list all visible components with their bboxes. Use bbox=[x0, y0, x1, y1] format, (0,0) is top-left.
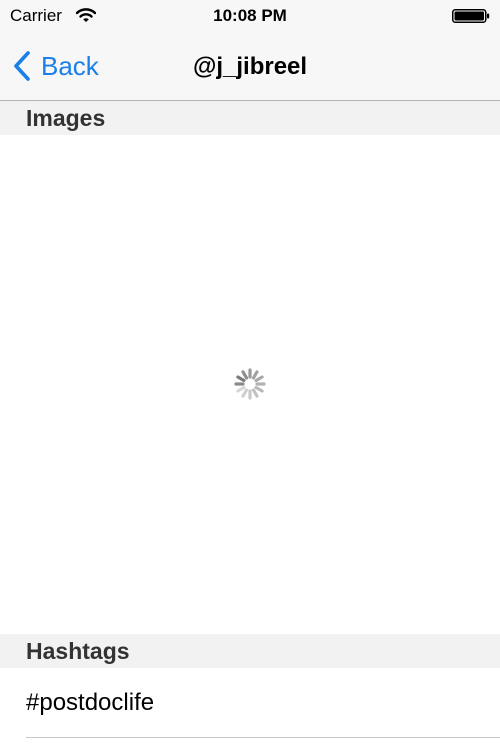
status-bar: Carrier 10:08 PM bbox=[0, 0, 500, 32]
hashtag-label: #postdoclife bbox=[26, 689, 155, 716]
section-header-hashtags: Hashtags bbox=[0, 634, 500, 668]
hashtag-list-item[interactable]: #postdoclife bbox=[0, 668, 500, 738]
page-title: @j_jibreel bbox=[192, 53, 308, 80]
section-header-images: Images bbox=[0, 101, 500, 135]
status-time: 10:08 PM bbox=[213, 6, 287, 25]
row-separator bbox=[26, 737, 500, 738]
section-header-label: Images bbox=[26, 105, 106, 131]
battery-icon bbox=[452, 9, 490, 23]
section-header-label: Hashtags bbox=[26, 638, 130, 664]
activity-spinner-icon bbox=[234, 368, 266, 400]
navigation-bar: Back @j_jibreel bbox=[0, 32, 500, 101]
